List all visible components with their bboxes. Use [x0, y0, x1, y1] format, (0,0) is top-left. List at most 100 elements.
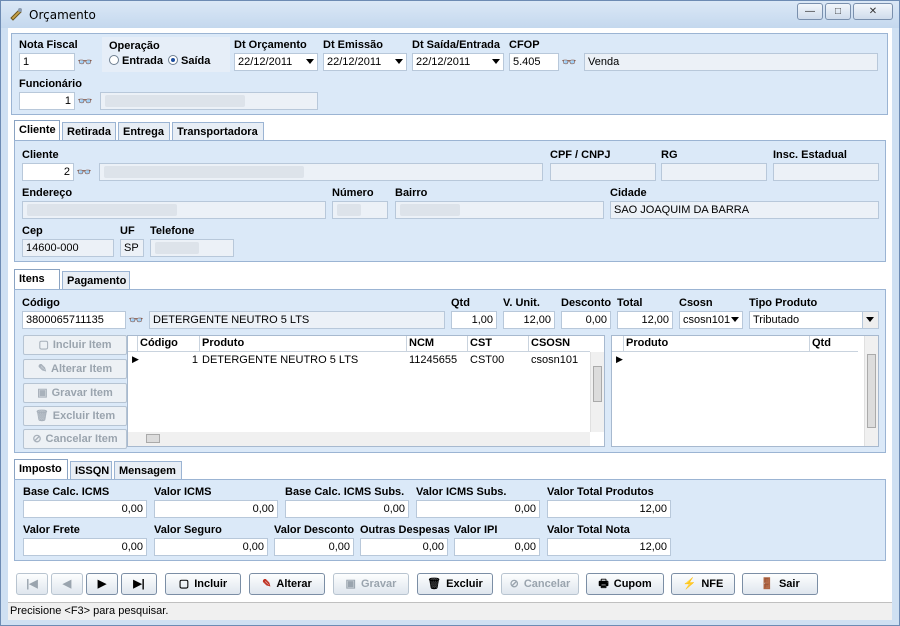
binoculars-icon[interactable]: 👓 [76, 53, 94, 71]
dropdown-button[interactable] [862, 312, 878, 328]
cpf-field[interactable] [550, 163, 656, 181]
telefone-field[interactable] [150, 239, 234, 257]
tab-imposto[interactable]: Imposto [14, 459, 68, 480]
sair-button[interactable]: 🚪 Sair [742, 573, 818, 595]
vertical-scrollbar[interactable] [590, 352, 604, 432]
binoculars-icon[interactable]: 👓 [127, 311, 145, 329]
col-header-produto[interactable]: Produto [200, 336, 407, 352]
binoculars-icon[interactable]: 👓 [560, 53, 578, 71]
rg-field[interactable] [661, 163, 767, 181]
tab-transportadora[interactable]: Transportadora [172, 122, 264, 141]
total-field[interactable]: 12,00 [617, 311, 673, 329]
col-header-cst[interactable]: CST [468, 336, 529, 352]
chevron-down-icon[interactable] [492, 59, 500, 64]
cep-field[interactable]: 14600-000 [22, 239, 114, 257]
gravar-item-button[interactable]: ▣ Gravar Item [23, 383, 127, 403]
col-header-produto[interactable]: Produto [624, 336, 810, 352]
base-icms-subs-field[interactable]: 0,00 [285, 500, 409, 518]
incluir-button[interactable]: ▢ Incluir [165, 573, 241, 595]
close-button[interactable]: ✕ [853, 3, 893, 20]
maximize-button[interactable]: □ [825, 3, 851, 20]
insc-field[interactable] [773, 163, 879, 181]
bairro-field[interactable] [395, 201, 604, 219]
nfe-button[interactable]: ⚡ NFE [671, 573, 735, 595]
col-header-qtd[interactable]: Qtd [810, 336, 858, 352]
base-icms-field[interactable]: 0,00 [23, 500, 147, 518]
vunit-field[interactable]: 12,00 [503, 311, 555, 329]
valor-total-produtos-field[interactable]: 12,00 [547, 500, 671, 518]
excluir-item-button[interactable]: 🗑 Excluir Item [23, 406, 127, 426]
valor-ipi-field[interactable]: 0,00 [454, 538, 540, 556]
radio-saida[interactable]: Saída [168, 55, 210, 67]
chevron-down-icon[interactable] [306, 59, 314, 64]
col-header-codigo[interactable]: Código [138, 336, 200, 352]
tab-itens[interactable]: Itens [14, 269, 60, 290]
cancelar-item-button[interactable]: ⊘ Cancelar Item [23, 429, 127, 449]
valor-desconto-field[interactable]: 0,00 [274, 538, 354, 556]
tipo-produto-select[interactable]: Tributado [749, 311, 879, 329]
tab-cliente[interactable]: Cliente [14, 120, 60, 141]
csosn-select[interactable]: csosn101 [679, 311, 743, 329]
nav-first-button[interactable]: |◀ [16, 573, 48, 595]
qtd-field[interactable]: 1,00 [451, 311, 497, 329]
endereco-field[interactable] [22, 201, 326, 219]
desconto-field[interactable]: 0,00 [561, 311, 611, 329]
scroll-thumb[interactable] [146, 434, 160, 443]
tab-issqn[interactable]: ISSQN [70, 461, 112, 480]
excluir-button[interactable]: 🗑 Excluir [417, 573, 493, 595]
nav-next-button[interactable]: ▶ [86, 573, 118, 595]
col-header-ncm[interactable]: NCM [407, 336, 468, 352]
radio-entrada[interactable]: Entrada [109, 55, 163, 67]
gravar-button[interactable]: ▣ Gravar [333, 573, 409, 595]
dt-saida-picker[interactable]: 22/12/2011 [412, 53, 504, 71]
dt-orcamento-picker[interactable]: 22/12/2011 [234, 53, 318, 71]
cfop-field[interactable]: 5.405 [509, 53, 559, 71]
binoculars-icon[interactable]: 👓 [76, 92, 94, 110]
cell-produto[interactable]: DETERGENTE NEUTRO 5 LTS [200, 353, 407, 368]
vertical-scrollbar[interactable] [864, 336, 878, 446]
uf-field[interactable]: SP [120, 239, 144, 257]
sub-grid[interactable]: Produto Qtd ▶ [611, 335, 879, 447]
valor-frete-field[interactable]: 0,00 [23, 538, 147, 556]
valor-total-nota-field[interactable]: 12,00 [547, 538, 671, 556]
scroll-thumb[interactable] [867, 354, 876, 428]
dt-emissao-picker[interactable]: 22/12/2011 [323, 53, 407, 71]
codigo-field[interactable]: 3800065711135 [22, 311, 126, 329]
tab-entrega[interactable]: Entrega [118, 122, 170, 141]
nota-fiscal-field[interactable]: 1 [19, 53, 75, 71]
tab-retirada[interactable]: Retirada [62, 122, 116, 141]
alterar-button[interactable]: ✎ Alterar [249, 573, 325, 595]
tab-pagamento[interactable]: Pagamento [62, 271, 130, 290]
incluir-item-button[interactable]: ▢ Incluir Item [23, 335, 127, 355]
numero-field[interactable] [332, 201, 388, 219]
cupom-button[interactable]: 🖶 Cupom [586, 573, 664, 595]
minimize-button[interactable]: — [797, 3, 823, 20]
save-icon: ▣ [345, 578, 356, 590]
col-header-csosn[interactable]: CSOSN [529, 336, 590, 352]
cidade-field[interactable]: SAO JOAQUIM DA BARRA [610, 201, 879, 219]
scroll-thumb[interactable] [593, 366, 602, 402]
tab-mensagem[interactable]: Mensagem [114, 461, 182, 480]
horizontal-scrollbar[interactable] [128, 432, 590, 446]
alterar-item-button[interactable]: ✎ Alterar Item [23, 359, 127, 379]
outras-despesas-field[interactable]: 0,00 [360, 538, 448, 556]
radio-saida-circle[interactable] [168, 55, 178, 65]
cell-csosn[interactable]: csosn101 [529, 353, 590, 368]
cell-codigo[interactable]: 1 [138, 353, 200, 368]
valor-seguro-field[interactable]: 0,00 [154, 538, 268, 556]
chevron-down-icon[interactable] [866, 317, 874, 322]
valor-icms-field[interactable]: 0,00 [154, 500, 278, 518]
cliente-field[interactable]: 2 [22, 163, 74, 181]
binoculars-icon[interactable]: 👓 [75, 163, 93, 181]
cell-ncm[interactable]: 11245655 [407, 353, 468, 368]
chevron-down-icon[interactable] [731, 317, 739, 322]
cancelar-button[interactable]: ⊘ Cancelar [501, 573, 579, 595]
chevron-down-icon[interactable] [395, 59, 403, 64]
cell-cst[interactable]: CST00 [468, 353, 529, 368]
items-grid[interactable]: Código Produto NCM CST CSOSN ▶ 1 DETERGE… [127, 335, 605, 447]
valor-icms-subs-field[interactable]: 0,00 [416, 500, 540, 518]
radio-entrada-circle[interactable] [109, 55, 119, 65]
nav-last-button[interactable]: ▶| [121, 573, 157, 595]
nav-prev-button[interactable]: ◀ [51, 573, 83, 595]
funcionario-field[interactable]: 1 [19, 92, 75, 110]
